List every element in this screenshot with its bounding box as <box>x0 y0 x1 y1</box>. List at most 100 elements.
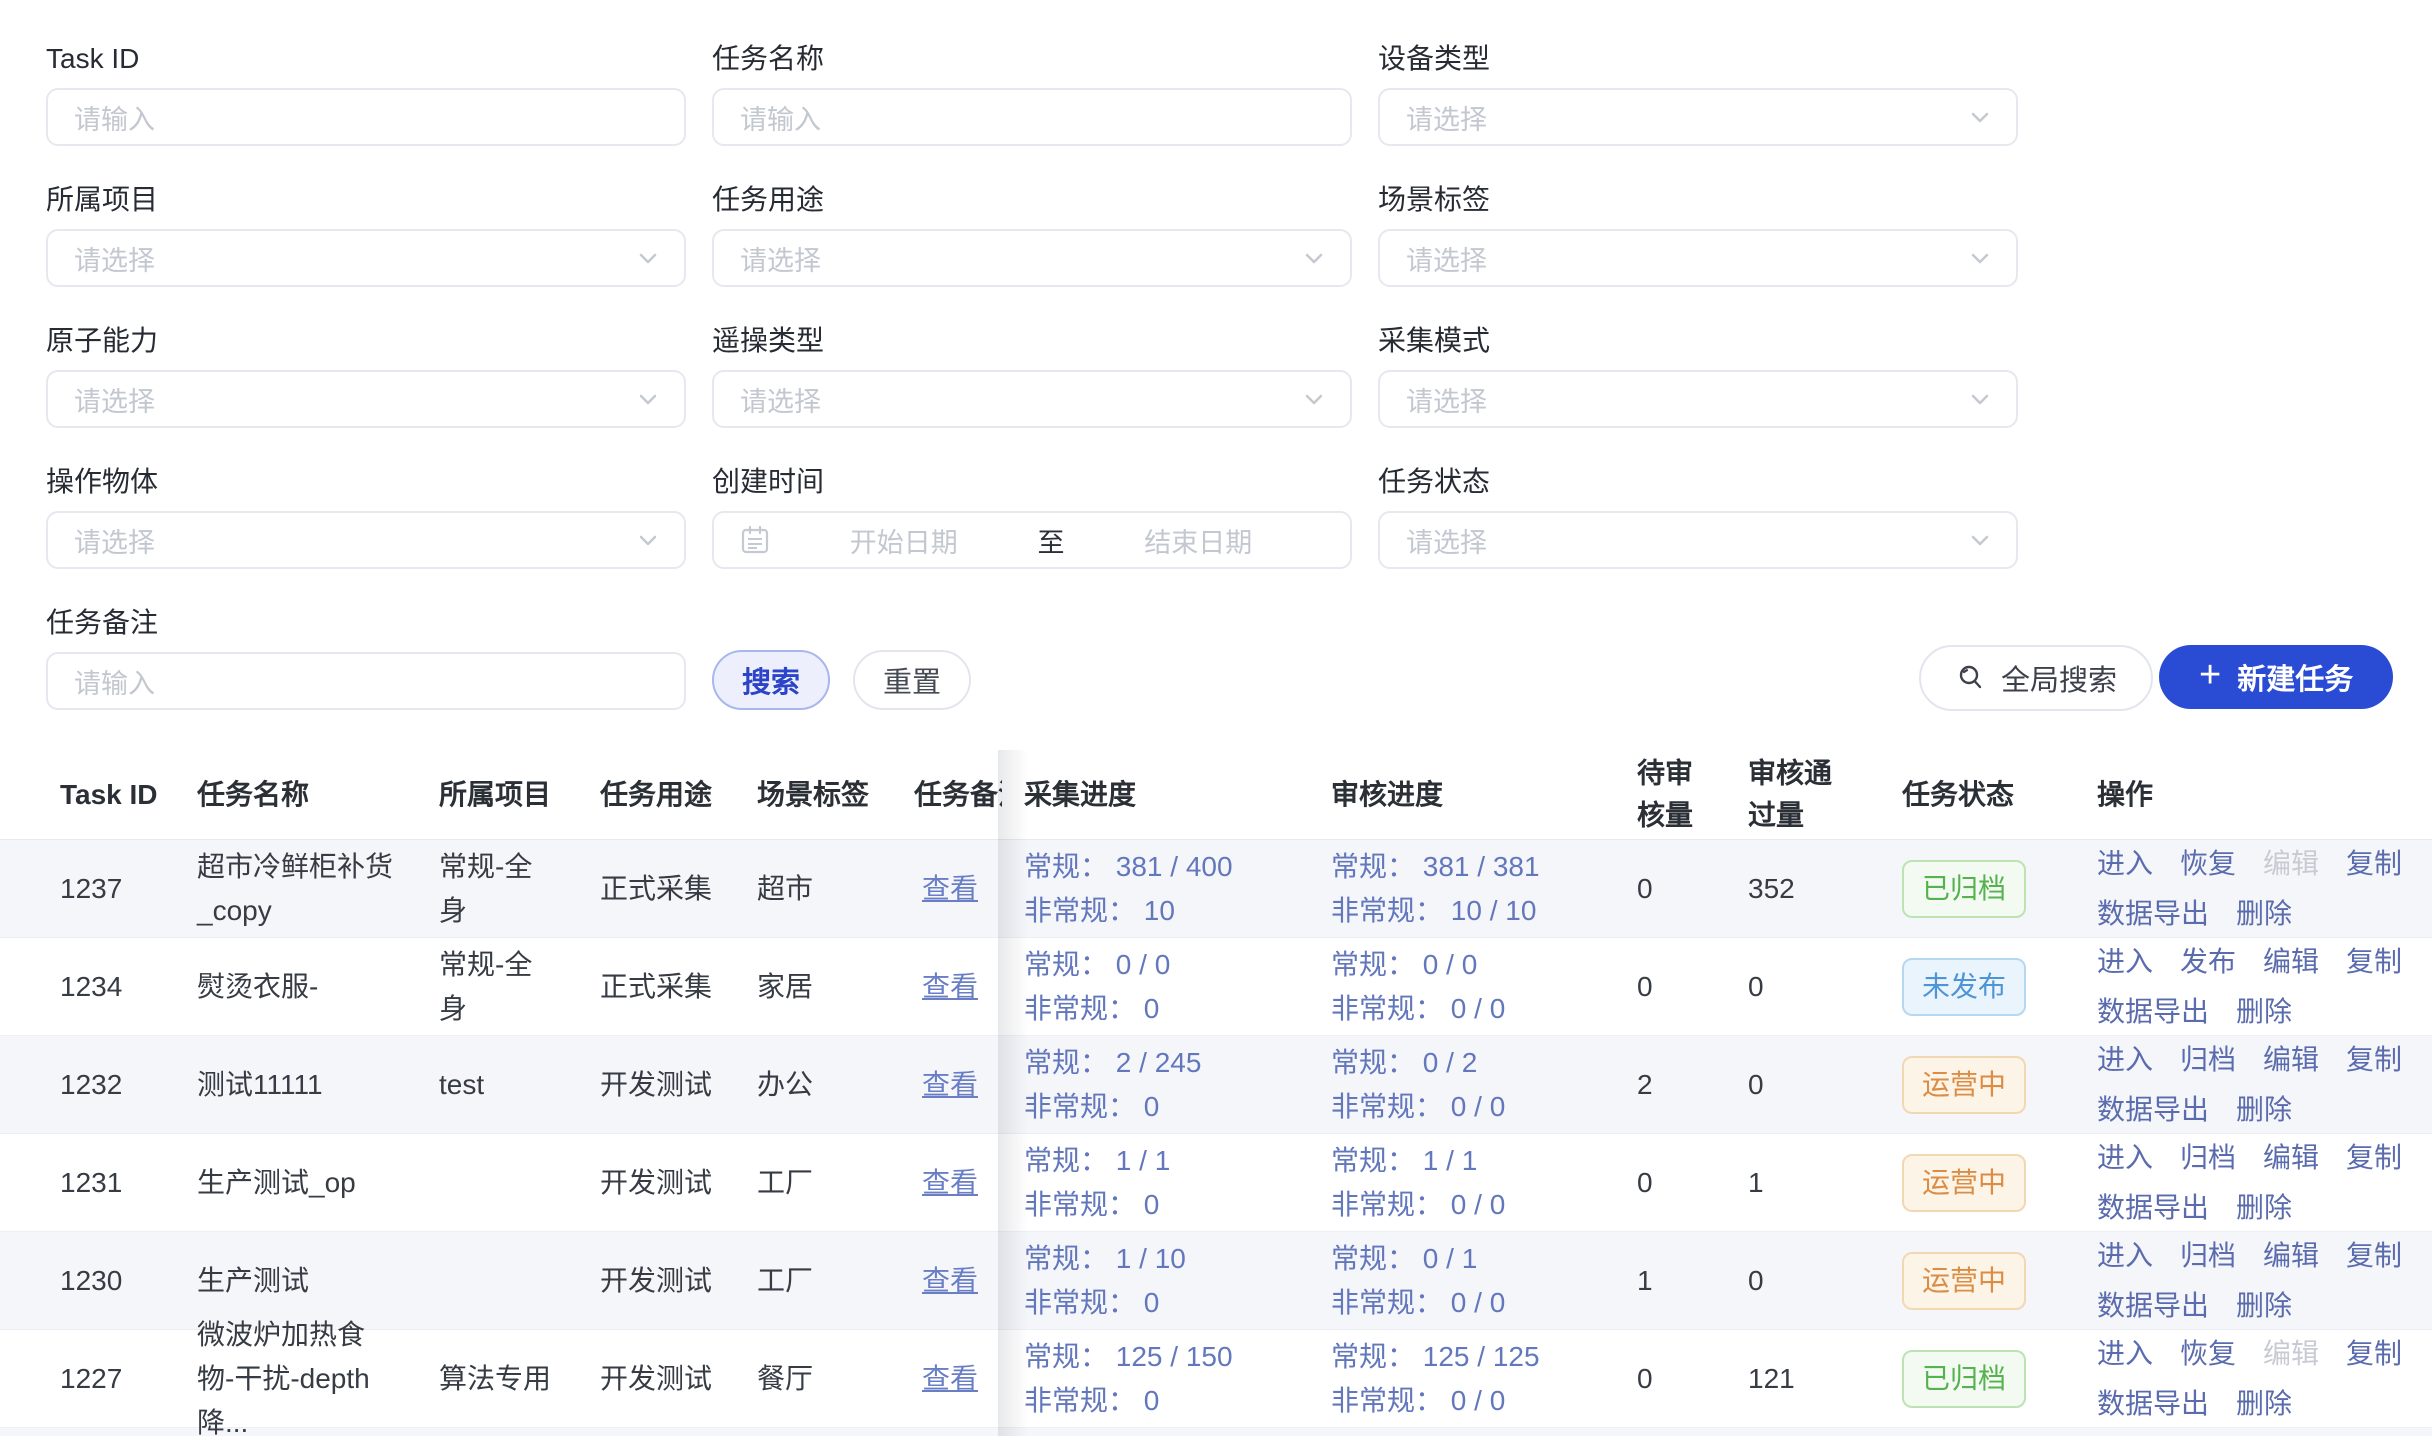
cell-pending-review: 2 <box>1637 1063 1727 1107</box>
action-edit-link[interactable]: 编辑 <box>2263 1136 2319 1180</box>
view-note-link[interactable]: 查看 <box>914 1069 978 1100</box>
action-export-link[interactable]: 数据导出 <box>2097 1382 2209 1426</box>
action-delete-link[interactable]: 删除 <box>2236 1382 2292 1426</box>
action-delete-link[interactable]: 删除 <box>2236 1186 2292 1230</box>
action-enter-link[interactable]: 进入 <box>2097 1038 2153 1082</box>
action-delete-link[interactable]: 删除 <box>2236 1284 2292 1328</box>
cell-task-id: 1227 <box>60 1357 190 1401</box>
cell-collect-progress: 常规： 2 / 245 非常规： 0 <box>1024 1041 1319 1129</box>
action-publish-link[interactable]: 发布 <box>2180 940 2236 984</box>
start-date-placeholder: 开始日期 <box>776 521 1032 560</box>
action-export-link[interactable]: 数据导出 <box>2097 1284 2209 1328</box>
header-approved-count: 审核通过量 <box>1748 752 1858 837</box>
cell-task-status: 已归档 <box>1902 860 2082 918</box>
action-copy-link[interactable]: 复制 <box>2346 1332 2402 1376</box>
collect-mode-select[interactable]: 请选择 <box>1378 370 2018 428</box>
action-delete-link[interactable]: 删除 <box>2236 1088 2292 1132</box>
filter-field-device-type: 设备类型 请选择 <box>1378 42 2018 146</box>
status-badge: 运营中 <box>1902 1056 2026 1114</box>
global-search-label: 全局搜索 <box>2001 657 2117 699</box>
action-restore-link[interactable]: 恢复 <box>2180 842 2236 886</box>
create-time-range-picker[interactable]: 开始日期 至 结束日期 <box>712 511 1352 569</box>
task-name-input[interactable]: 请输入 <box>712 88 1352 146</box>
placeholder-text: 请选择 <box>740 239 821 278</box>
action-export-link[interactable]: 数据导出 <box>2097 1088 2209 1132</box>
scene-tag-select[interactable]: 请选择 <box>1378 229 2018 287</box>
action-edit-link[interactable]: 编辑 <box>2263 940 2319 984</box>
header-approved-count-text: 审核通过量 <box>1748 752 1840 836</box>
review-irregular-line: 非常规： 0 / 0 <box>1331 987 1626 1031</box>
global-search-button[interactable]: 全局搜索 <box>1919 645 2153 711</box>
view-note-link[interactable]: 查看 <box>914 1363 978 1394</box>
cell-pending-review: 0 <box>1637 1357 1727 1401</box>
action-archive-link[interactable]: 归档 <box>2180 1038 2236 1082</box>
cell-pending-review: 0 <box>1637 867 1727 911</box>
review-regular-line: 常规： 381 / 381 <box>1331 845 1626 889</box>
cell-project: test <box>439 1063 559 1107</box>
search-button[interactable]: 搜索 <box>712 650 830 710</box>
cell-review-progress: 常规： 381 / 381 非常规： 10 / 10 <box>1331 845 1626 933</box>
action-delete-link[interactable]: 删除 <box>2236 990 2292 1034</box>
view-note-link[interactable]: 查看 <box>914 1265 978 1296</box>
action-enter-link[interactable]: 进入 <box>2097 1332 2153 1376</box>
action-copy-link[interactable]: 复制 <box>2346 1038 2402 1082</box>
action-export-link[interactable]: 数据导出 <box>2097 892 2209 936</box>
row-actions: 进入归档编辑复制数据导出删除 <box>2097 1136 2429 1230</box>
reset-button[interactable]: 重置 <box>853 650 971 710</box>
action-copy-link[interactable]: 复制 <box>2346 842 2402 886</box>
create-task-label: 新建任务 <box>2237 656 2353 698</box>
view-note-link[interactable]: 查看 <box>914 971 978 1002</box>
header-scene-tag: 场景标签 <box>757 773 907 817</box>
task-note-input[interactable]: 请输入 <box>46 652 686 710</box>
action-copy-link[interactable]: 复制 <box>2346 1234 2402 1278</box>
project-select[interactable]: 请选择 <box>46 229 686 287</box>
cell-purpose: 开发测试 <box>600 1357 750 1401</box>
chevron-down-icon <box>1966 244 1994 272</box>
cell-task-note: 查看 <box>914 1357 1002 1401</box>
device-type-select[interactable]: 请选择 <box>1378 88 2018 146</box>
action-enter-link[interactable]: 进入 <box>2097 842 2153 886</box>
create-task-button[interactable]: + 新建任务 <box>2159 645 2393 709</box>
task-table: Task ID 任务名称 所属项目 任务用途 场景标签 任务备注 采集进度 审核… <box>0 750 2432 1436</box>
filter-field-collect-mode: 采集模式 请选择 <box>1378 324 2018 428</box>
status-badge: 已归档 <box>1902 1350 2026 1408</box>
action-edit-link[interactable]: 编辑 <box>2263 1234 2319 1278</box>
cell-task-id: 1230 <box>60 1259 190 1303</box>
field-label: 采集模式 <box>1378 324 2018 358</box>
teleop-type-select[interactable]: 请选择 <box>712 370 1352 428</box>
filter-panel: Task ID 请输入 任务名称 请输入 设备类型 请选择 所属项目 请选择 <box>46 42 2018 710</box>
header-task-id: Task ID <box>60 773 190 817</box>
placeholder-text: 请输入 <box>74 662 155 701</box>
review-regular-line: 常规： 0 / 2 <box>1331 1041 1626 1085</box>
collect-regular-line: 常规： 125 / 150 <box>1024 1335 1319 1379</box>
action-export-link[interactable]: 数据导出 <box>2097 1186 2209 1230</box>
action-export-link[interactable]: 数据导出 <box>2097 990 2209 1034</box>
cell-task-status: 运营中 <box>1902 1056 2082 1114</box>
action-restore-link[interactable]: 恢复 <box>2180 1332 2236 1376</box>
row-actions: 进入发布编辑复制数据导出删除 <box>2097 940 2429 1034</box>
action-enter-link[interactable]: 进入 <box>2097 1136 2153 1180</box>
task-purpose-select[interactable]: 请选择 <box>712 229 1352 287</box>
atomic-ability-select[interactable]: 请选择 <box>46 370 686 428</box>
cell-task-note: 查看 <box>914 1063 1002 1107</box>
cell-purpose: 正式采集 <box>600 867 750 911</box>
action-delete-link[interactable]: 删除 <box>2236 892 2292 936</box>
action-enter-link[interactable]: 进入 <box>2097 940 2153 984</box>
chevron-down-icon <box>1300 244 1328 272</box>
cell-collect-progress: 常规： 381 / 400 非常规： 10 <box>1024 845 1319 933</box>
view-note-link[interactable]: 查看 <box>914 873 978 904</box>
chevron-down-icon <box>1966 385 1994 413</box>
operate-object-select[interactable]: 请选择 <box>46 511 686 569</box>
placeholder-text: 请选择 <box>1406 380 1487 419</box>
task-status-select[interactable]: 请选择 <box>1378 511 2018 569</box>
action-archive-link[interactable]: 归档 <box>2180 1234 2236 1278</box>
cell-purpose: 开发测试 <box>600 1161 750 1205</box>
action-archive-link[interactable]: 归档 <box>2180 1136 2236 1180</box>
view-note-link[interactable]: 查看 <box>914 1167 978 1198</box>
action-copy-link[interactable]: 复制 <box>2346 940 2402 984</box>
task-id-input[interactable]: 请输入 <box>46 88 686 146</box>
action-edit-link[interactable]: 编辑 <box>2263 1038 2319 1082</box>
header-pending-review-text: 待审核量 <box>1637 752 1697 836</box>
action-copy-link[interactable]: 复制 <box>2346 1136 2402 1180</box>
action-enter-link[interactable]: 进入 <box>2097 1234 2153 1278</box>
